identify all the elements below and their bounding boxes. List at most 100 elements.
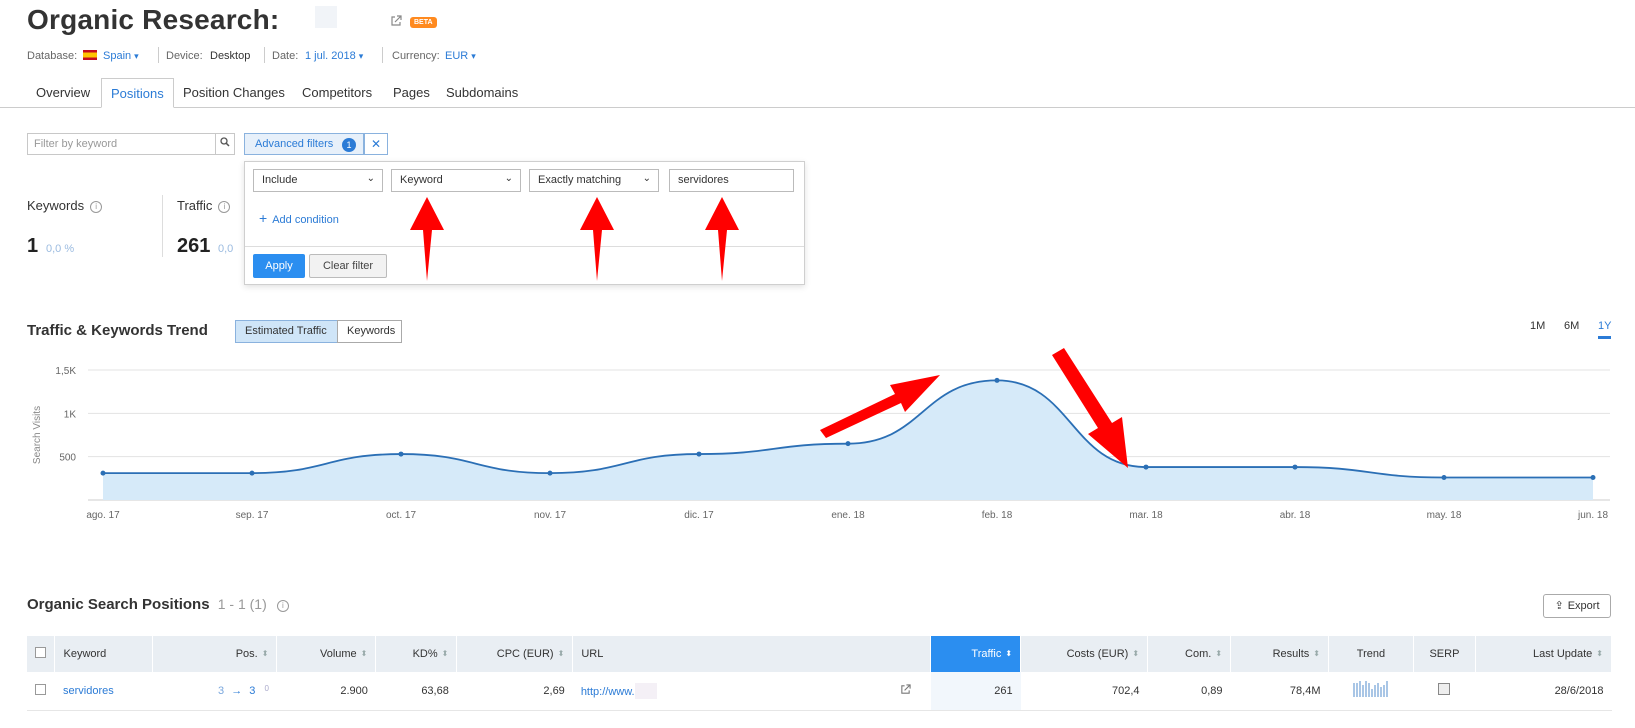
data-point[interactable] — [249, 470, 255, 476]
col-cpc-label: CPC (EUR) — [496, 648, 554, 660]
keyword-filter-input[interactable]: Filter by keyword — [27, 133, 217, 155]
currency-select[interactable]: EUR ▾ — [445, 50, 476, 62]
include-value: Include — [262, 174, 298, 186]
col-trend: Trend — [1328, 636, 1414, 672]
add-condition-link[interactable]: + Add condition — [259, 210, 339, 226]
data-point[interactable] — [398, 451, 404, 457]
tab-subdomains[interactable]: Subdomains — [437, 78, 527, 108]
serp-snapshot-icon[interactable] — [1438, 683, 1451, 696]
traffic-stat-pct: 0,0 — [218, 243, 234, 255]
col-kd[interactable]: KD% ⬍ — [375, 636, 458, 672]
apply-button[interactable]: Apply — [253, 254, 305, 278]
col-cpc[interactable]: CPC (EUR) ⬍ — [456, 636, 574, 672]
search-button[interactable] — [215, 133, 235, 155]
pos-change: 0 — [264, 684, 269, 694]
col-url: URL — [572, 636, 932, 672]
cpc-cell: 2,69 — [456, 672, 573, 711]
data-point[interactable] — [1590, 474, 1596, 480]
col-com[interactable]: Com. ⬍ — [1147, 636, 1232, 672]
field-select[interactable]: Keyword ⌄ — [391, 169, 521, 192]
col-costs[interactable]: Costs (EUR) ⬍ — [1020, 636, 1149, 672]
select-all-checkbox[interactable] — [35, 647, 47, 658]
advanced-filters-button[interactable]: Advanced filters 1 — [244, 133, 364, 155]
col-traffic[interactable]: Traffic ⬍ — [930, 636, 1022, 672]
database-value: Spain — [103, 50, 132, 62]
data-point[interactable] — [845, 441, 851, 447]
data-point[interactable] — [547, 470, 553, 476]
x-tick-label: oct. 17 — [386, 510, 416, 521]
keywords-stat-label: Keywords i — [27, 198, 103, 213]
info-icon[interactable]: i — [218, 201, 231, 213]
external-link-icon[interactable] — [390, 15, 402, 27]
divider — [382, 47, 383, 63]
filter-value-input[interactable]: servidores — [669, 169, 794, 192]
sort-icon: ⬍ — [261, 649, 269, 658]
data-point[interactable] — [1441, 474, 1447, 480]
row-checkbox[interactable] — [35, 683, 47, 695]
data-point[interactable] — [1143, 464, 1149, 470]
export-button[interactable]: ⇪ Export — [1543, 594, 1611, 618]
info-icon[interactable]: i — [90, 201, 103, 213]
sort-icon: ⬍ — [1005, 649, 1013, 658]
include-select[interactable]: Include ⌄ — [253, 169, 383, 192]
col-pos[interactable]: Pos. ⬍ — [152, 636, 278, 672]
col-last-update-label: Last Update — [1532, 648, 1593, 660]
plus-icon: + — [259, 210, 268, 226]
chevron-down-icon: ⌄ — [642, 173, 651, 184]
info-icon[interactable]: i — [276, 600, 289, 612]
tab-competitors[interactable]: Competitors — [293, 78, 381, 108]
currency-value: EUR — [445, 50, 469, 62]
data-point[interactable] — [994, 377, 1000, 383]
range-1m[interactable]: 1M — [1530, 320, 1545, 332]
positions-title: Organic Search Positions — [27, 596, 210, 613]
data-point[interactable] — [100, 470, 106, 476]
positions-range: 1 - 1 (1) — [217, 596, 267, 612]
tab-overview[interactable]: Overview — [27, 78, 99, 108]
keywords-stat-value: 1 — [27, 235, 39, 257]
tab-positions[interactable]: Positions — [101, 78, 174, 108]
data-point[interactable] — [696, 451, 702, 457]
col-serp: SERP — [1413, 636, 1476, 672]
col-results[interactable]: Results ⬍ — [1230, 636, 1329, 672]
url-link[interactable]: http://www. — [581, 686, 635, 698]
url-redacted — [634, 682, 657, 699]
col-last-update[interactable]: Last Update ⬍ — [1475, 636, 1613, 672]
select-all-checkbox-cell[interactable] — [27, 636, 56, 672]
col-volume[interactable]: Volume ⬍ — [276, 636, 377, 672]
y-tick-label: 1K — [64, 409, 77, 420]
tab-pages[interactable]: Pages — [384, 78, 439, 108]
tab-position-changes[interactable]: Position Changes — [174, 78, 294, 108]
col-pos-label: Pos. — [235, 648, 258, 660]
external-link-icon[interactable] — [900, 684, 911, 698]
match-type-select[interactable]: Exactly matching ⌄ — [529, 169, 659, 192]
database-select[interactable]: Spain ▾ — [103, 50, 139, 62]
database-label: Database: — [27, 50, 78, 62]
export-icon: ⇪ — [1554, 600, 1564, 612]
col-results-label: Results — [1272, 648, 1310, 660]
col-com-label: Com. — [1185, 648, 1212, 660]
x-tick-label: sep. 17 — [236, 510, 269, 521]
sort-icon: ⬍ — [441, 649, 449, 658]
pos-from: 3 — [218, 685, 225, 698]
keyword-link[interactable]: servidores — [54, 672, 153, 711]
chevron-down-icon: ⌄ — [504, 173, 513, 184]
close-filters-button[interactable]: ✕ — [364, 133, 388, 155]
sort-icon: ⬍ — [1313, 649, 1320, 658]
row-checkbox-cell[interactable] — [27, 672, 55, 711]
range-1y[interactable]: 1Y — [1598, 320, 1612, 339]
date-select[interactable]: 1 jul. 2018 ▾ — [305, 50, 363, 62]
divider — [158, 47, 159, 63]
estimated-traffic-toggle[interactable]: Estimated Traffic — [235, 320, 338, 343]
pos-to[interactable]: 3 — [249, 685, 255, 697]
trend-title: Traffic & Keywords Trend — [27, 322, 208, 339]
keywords-toggle[interactable]: Keywords — [337, 320, 402, 343]
x-tick-label: jun. 18 — [1577, 510, 1608, 521]
range-6m[interactable]: 6M — [1564, 320, 1579, 332]
traffic-area — [103, 380, 1593, 500]
data-point[interactable] — [1292, 464, 1298, 470]
table-header-row: Keyword Pos. ⬍ Volume ⬍ KD% ⬍ CPC (EUR) ⬍ UR… — [27, 636, 1613, 672]
page-title: Organic Research: — [27, 4, 280, 35]
divider — [245, 246, 804, 247]
traffic-stat-value: 261 — [177, 235, 211, 257]
clear-filter-button[interactable]: Clear filter — [309, 254, 387, 278]
